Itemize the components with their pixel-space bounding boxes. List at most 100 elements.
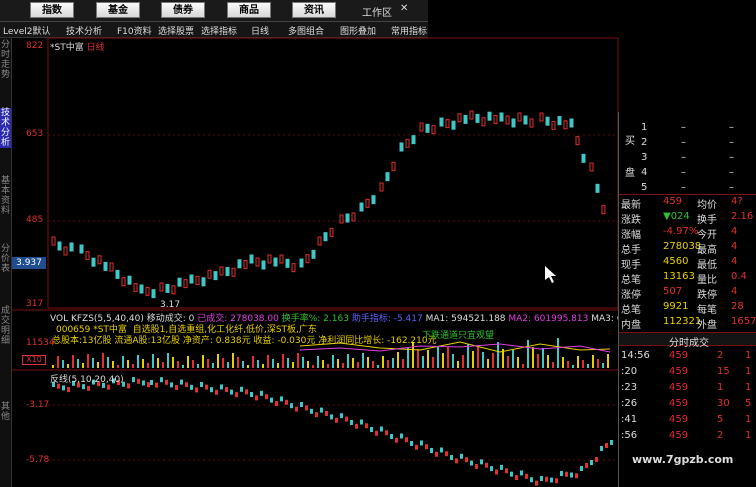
indicator-bar: [515, 475, 518, 481]
candle: [329, 227, 334, 237]
volume-bar: [427, 350, 429, 368]
quote-row: 总手 278038 最高 4: [621, 241, 738, 256]
candle: [463, 114, 468, 124]
volume-bar: [577, 356, 579, 368]
candle: [517, 112, 522, 122]
quote-row: 总笔 13163 量比 0.4: [621, 271, 747, 286]
quote-row: 涨停 507 跌停 4: [621, 286, 738, 301]
indicator-bar: [465, 457, 468, 463]
candle: [545, 116, 550, 126]
candle: [505, 115, 510, 125]
quote-panel: 买 盘 1– –2– –3– –4– –5– – 最新 459 均价 4? 涨跌 ▼024 换手 2.1…: [618, 112, 756, 487]
indicator-bar: [490, 466, 493, 472]
candle: [279, 254, 284, 264]
quote-row: 内盘112321外盘16571: [621, 316, 756, 331]
volume-bar: [307, 361, 309, 368]
volume-bar: [57, 356, 59, 368]
candle: [133, 283, 138, 293]
candle: [359, 202, 364, 212]
candle: [529, 118, 534, 128]
trend-alert: 下跌通道只宜观望: [422, 331, 495, 341]
candle: [379, 182, 384, 192]
volume-bar: [392, 358, 394, 368]
candle: [97, 255, 102, 265]
volume-bar: [332, 355, 334, 368]
tick-row: :23 459 1 1: [621, 382, 752, 393]
candle: [243, 259, 248, 269]
candle: [569, 118, 574, 128]
candle: [563, 120, 568, 130]
watermark: www.7gpzb.com: [632, 453, 734, 466]
volume-bar: [437, 346, 439, 368]
volume-bar: [527, 340, 529, 368]
indicator-axis-label: -5.78: [26, 455, 50, 465]
volume-bar: [407, 348, 409, 368]
price-axis-label: 822: [26, 41, 44, 51]
quote-row: 涨跌 ▼024 换手 2.16: [621, 211, 754, 226]
volume-bar: [602, 363, 604, 368]
price-candles: [51, 110, 606, 299]
volume-bar: [482, 352, 484, 368]
volume-bar: [82, 363, 84, 368]
indicator-bar: [510, 471, 513, 477]
volume-bar: [547, 355, 549, 368]
volume-bar: [122, 356, 124, 368]
indicator-axis-label: -3.17: [26, 400, 50, 410]
indicator-bar: [610, 440, 613, 445]
volume-bar: [297, 353, 299, 368]
volume-bar: [377, 365, 379, 368]
volume-bar: [582, 360, 584, 368]
indicator-bar: [355, 423, 358, 429]
volume-bar: [512, 350, 514, 368]
volume-axis-label: 11534: [26, 338, 55, 348]
candle: [481, 117, 486, 127]
candle: [213, 271, 218, 281]
indicator-bar: [445, 451, 448, 457]
volume-bar: [97, 362, 99, 368]
volume-bar: [67, 364, 69, 368]
indicator-bar: [560, 471, 563, 476]
indicator-bar: [415, 444, 418, 450]
indicator-bar: [480, 459, 483, 465]
tick-row: :20 459 15 1: [621, 366, 752, 377]
candle: [339, 214, 344, 224]
candle: [139, 284, 144, 294]
candle: [91, 257, 96, 267]
candle: [493, 115, 498, 125]
indicator-bar: [210, 387, 213, 393]
indicator-bar: [405, 437, 408, 443]
indicator-bar: [220, 384, 223, 390]
volume-bar: [312, 365, 314, 368]
indicator-bar: [147, 382, 150, 388]
indicator-bar: [230, 389, 233, 395]
price-axis-label: 317: [26, 299, 44, 309]
indicator-bar: [225, 387, 228, 392]
volume-bar: [467, 344, 469, 368]
volume-bar: [167, 353, 169, 368]
order-book-level: 3– –: [641, 152, 734, 163]
volume-bar: [62, 360, 64, 368]
volume-bar: [92, 358, 94, 368]
indicator-bar: [215, 389, 218, 395]
indicator-bar: [605, 443, 608, 448]
candle: [581, 153, 586, 163]
volume-scale-box[interactable]: X10: [22, 355, 46, 365]
candle: [189, 274, 194, 284]
candle: [391, 161, 396, 171]
volume-bar: [552, 362, 554, 368]
volume-bar: [172, 357, 174, 368]
indicator-bar: [310, 408, 313, 414]
volume-bar: [447, 347, 449, 368]
indicator-bar: [420, 440, 423, 446]
indicator-bar: [375, 430, 378, 436]
volume-bar: [542, 348, 544, 368]
tick-tab-header[interactable]: 分时成交: [619, 332, 756, 349]
indicator-bar: [365, 423, 368, 429]
volume-bar: [77, 359, 79, 368]
order-book-level: 1– –: [641, 122, 734, 133]
indicator-bar: [370, 427, 373, 432]
volume-bar: [522, 364, 524, 368]
volume-bar: [432, 357, 434, 368]
candle: [69, 242, 74, 252]
candle: [425, 123, 430, 133]
